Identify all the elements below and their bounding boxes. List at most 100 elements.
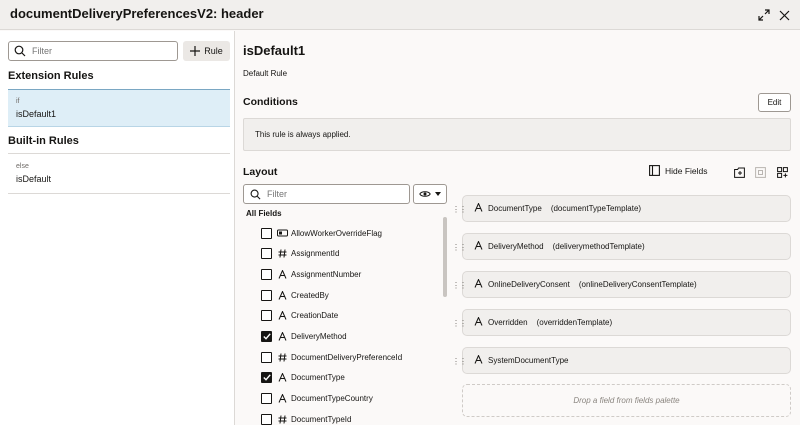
field-list-scrollbar[interactable] <box>443 217 447 297</box>
field-item[interactable]: DocumentType <box>261 370 345 386</box>
rules-editor-window: documentDeliveryPreferencesV2: header Ru… <box>0 0 800 425</box>
card-field-label: Overridden (overriddenTemplate) <box>488 318 612 327</box>
condition-box: This rule is always applied. <box>243 118 791 151</box>
field-item[interactable]: DeliveryMethod <box>261 329 347 345</box>
layout-grid-icon[interactable] <box>775 165 789 179</box>
field-checkbox[interactable] <box>261 413 272 425</box>
number-type-icon <box>276 249 288 258</box>
text-type-icon <box>276 269 288 279</box>
title-bar: documentDeliveryPreferencesV2: header <box>0 0 800 30</box>
field-checkbox[interactable] <box>261 372 272 384</box>
field-checkbox[interactable] <box>261 393 272 405</box>
search-icon <box>14 45 26 57</box>
rule-name: isDefault1 <box>16 109 57 119</box>
field-item[interactable]: AllowWorkerOverrideFlag <box>261 225 382 241</box>
conditions-header: Conditions <box>243 96 298 108</box>
add-rule-label: Rule <box>204 46 223 56</box>
card-template-name: (onlineDeliveryConsentTemplate) <box>578 280 697 289</box>
divider <box>8 153 230 154</box>
text-type-icon <box>474 240 483 253</box>
field-item[interactable]: DocumentTypeCountry <box>261 391 373 407</box>
add-section-icon[interactable] <box>732 165 746 179</box>
field-checkbox[interactable] <box>261 351 272 363</box>
rule-item-isDefault[interactable]: else isDefault <box>8 155 230 193</box>
add-rule-button[interactable]: Rule <box>183 41 230 61</box>
field-name: CreatedBy <box>291 290 329 300</box>
edit-conditions-button[interactable]: Edit <box>758 93 791 112</box>
card-field-name: DeliveryMethod <box>488 242 544 251</box>
layout-field-card[interactable]: ⋮⋮ Overridden (overriddenTemplate) <box>452 309 791 336</box>
rule-keyword: else <box>16 163 29 170</box>
rule-item-isDefault1[interactable]: if isDefault1 <box>8 89 230 127</box>
field-name: DocumentTypeCountry <box>291 394 373 404</box>
panel-icon <box>649 165 660 176</box>
hide-fields-label: Hide Fields <box>665 165 708 176</box>
hide-fields-button[interactable]: Hide Fields <box>649 165 708 176</box>
card-field-name: DocumentType <box>488 204 542 213</box>
field-checkbox[interactable] <box>261 331 272 342</box>
drop-placeholder: Drop a field from fields palette <box>573 396 680 405</box>
field-checkbox[interactable] <box>261 289 272 301</box>
drag-handle-icon[interactable]: ⋮⋮ <box>452 319 467 328</box>
number-type-icon <box>276 415 288 424</box>
field-name: DeliveryMethod <box>291 332 347 341</box>
card-field-label: SystemDocumentType <box>488 356 577 365</box>
expand-icon[interactable] <box>755 6 773 24</box>
drag-handle-icon[interactable]: ⋮⋮ <box>452 357 467 366</box>
field-item[interactable]: DocumentDeliveryPreferenceId <box>261 349 402 365</box>
layout-header: Layout <box>243 166 278 178</box>
window-title: documentDeliveryPreferencesV2: header <box>10 6 264 21</box>
rule-filter-input[interactable] <box>32 46 172 56</box>
text-type-icon <box>276 373 288 383</box>
condition-text: This rule is always applied. <box>255 130 351 139</box>
field-item[interactable]: DocumentTypeId <box>261 411 351 425</box>
extension-rules-header: Extension Rules <box>8 70 94 82</box>
layout-field-card[interactable]: ⋮⋮ OnlineDeliveryConsent (onlineDeliveryCo… <box>452 271 791 298</box>
eye-icon <box>419 191 431 197</box>
close-icon[interactable] <box>775 6 793 24</box>
text-type-icon <box>276 394 288 403</box>
field-name: AssignmentId <box>291 249 340 259</box>
rule-filter[interactable] <box>8 41 178 61</box>
drag-handle-icon[interactable]: ⋮⋮ <box>452 281 467 290</box>
field-checkbox[interactable] <box>261 248 272 260</box>
field-visibility-menu[interactable] <box>413 184 447 204</box>
chevron-down-icon <box>435 192 441 196</box>
drag-handle-icon[interactable]: ⋮⋮ <box>452 205 467 214</box>
plus-icon <box>190 46 201 56</box>
layout-field-card[interactable]: ⋮⋮ DocumentType (documentTypeTemplate) <box>452 195 791 222</box>
boolean-type-icon <box>276 229 288 237</box>
drop-zone[interactable]: Drop a field from fields palette <box>462 384 791 417</box>
card-field-name: OnlineDeliveryConsent <box>488 280 570 289</box>
text-type-icon <box>474 316 483 329</box>
search-icon <box>250 189 261 199</box>
layout-field-card[interactable]: ⋮⋮ DeliveryMethod (deliverymethodTemplate) <box>452 233 791 260</box>
grid-disabled-icon[interactable] <box>753 165 767 179</box>
field-checkbox[interactable] <box>261 310 272 322</box>
field-filter[interactable] <box>243 184 410 204</box>
field-filter-input[interactable] <box>267 189 397 199</box>
field-name: DocumentTypeId <box>291 414 352 424</box>
card-field-label: DeliveryMethod (deliverymethodTemplate) <box>488 242 645 251</box>
drag-handle-icon[interactable]: ⋮⋮ <box>452 243 467 252</box>
text-type-icon <box>276 311 288 320</box>
field-list: AllowWorkerOverrideFlag AssignmentId Assig… <box>243 221 448 425</box>
field-item[interactable]: CreatedBy <box>261 287 329 303</box>
field-item[interactable]: AssignmentId <box>261 246 339 262</box>
field-checkbox[interactable] <box>261 268 272 280</box>
field-item[interactable]: CreationDate <box>261 308 338 324</box>
text-type-icon <box>474 278 483 291</box>
field-item[interactable]: AssignmentNumber <box>261 266 361 282</box>
field-name: DocumentDeliveryPreferenceId <box>291 352 403 362</box>
divider <box>8 193 230 194</box>
card-field-name: Overridden <box>488 318 528 327</box>
card-field-label: OnlineDeliveryConsent (onlineDeliveryCons… <box>488 280 697 289</box>
layout-field-card[interactable]: ⋮⋮ SystemDocumentType <box>452 347 791 374</box>
all-fields-label: All Fields <box>246 209 282 218</box>
card-template-name: (documentTypeTemplate) <box>550 204 642 213</box>
field-checkbox[interactable] <box>261 227 272 239</box>
rule-name: isDefault <box>16 174 52 184</box>
card-template-name: (overriddenTemplate) <box>536 318 613 327</box>
field-name: CreationDate <box>291 311 339 321</box>
text-type-icon <box>276 332 288 341</box>
